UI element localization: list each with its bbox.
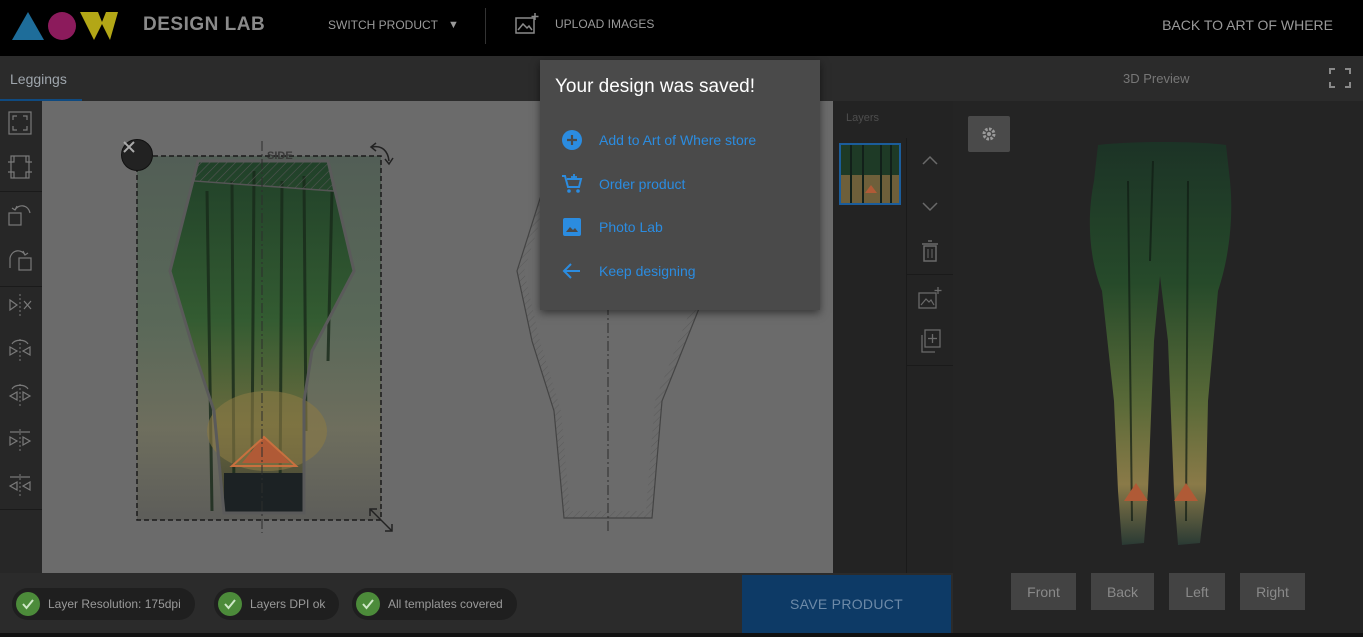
close-icon <box>123 141 135 153</box>
keep-designing-label: Keep designing <box>599 263 696 279</box>
flip-horizontal-icon[interactable] <box>6 291 34 319</box>
photo-lab-label: Photo Lab <box>599 219 663 235</box>
templates-status: All templates covered <box>352 588 517 620</box>
side-label: SIDE <box>267 150 293 162</box>
tab-leggings[interactable]: Leggings <box>0 56 82 101</box>
upload-images-button[interactable]: UPLOAD IMAGES <box>515 13 654 35</box>
rotate-right-icon[interactable] <box>6 246 34 274</box>
divider <box>0 286 42 287</box>
preview-settings-button[interactable] <box>968 116 1010 152</box>
resolution-text: Layer Resolution: 175dpi <box>48 597 181 611</box>
layer-image <box>841 145 899 203</box>
add-to-store-label: Add to Art of Where store <box>599 132 757 148</box>
templates-text: All templates covered <box>388 597 503 611</box>
fullscreen-icon[interactable] <box>1329 68 1351 88</box>
view-front-button[interactable]: Front <box>1011 573 1076 610</box>
upload-images-label: UPLOAD IMAGES <box>555 17 655 31</box>
image-icon <box>560 215 584 239</box>
view-left-button[interactable]: Left <box>1169 573 1225 610</box>
gear-icon <box>982 127 996 141</box>
divider <box>485 8 486 44</box>
divider <box>907 365 954 366</box>
arrow-back-icon <box>560 259 584 283</box>
align-right-icon[interactable] <box>6 426 34 454</box>
divider <box>0 509 42 510</box>
check-icon <box>218 592 242 616</box>
duplicate-layer-icon[interactable] <box>917 328 943 354</box>
keep-designing-item[interactable]: Keep designing <box>560 259 696 283</box>
mirror-horizontal-icon[interactable] <box>6 336 34 364</box>
view-back-button[interactable]: Back <box>1091 573 1154 610</box>
add-image-icon[interactable] <box>917 285 943 311</box>
layer-thumbnail[interactable] <box>839 143 901 205</box>
trash-icon[interactable] <box>917 238 943 264</box>
add-circle-icon <box>560 128 584 152</box>
tool-strip <box>0 101 42 573</box>
check-icon <box>16 592 40 616</box>
app-title: DESIGN LAB <box>143 14 266 35</box>
art-of-where-logo[interactable] <box>10 8 122 46</box>
cart-icon <box>560 172 584 196</box>
leggings-3d-model <box>1089 142 1232 545</box>
layers-panel: Layers <box>833 101 954 573</box>
design-saved-popup: Your design was saved! Add to Art of Whe… <box>540 60 820 310</box>
layer-up-icon[interactable] <box>917 148 943 174</box>
switch-product-button[interactable]: SWITCH PRODUCT ▼ <box>328 18 459 32</box>
back-to-store-link[interactable]: BACK TO ART OF WHERE <box>1162 17 1333 33</box>
layer-actions <box>906 138 954 573</box>
fill-template-icon[interactable] <box>6 153 34 181</box>
check-icon <box>356 592 380 616</box>
dpi-text: Layers DPI ok <box>250 597 326 611</box>
3d-preview-panel: Front Back Left Right <box>953 101 1363 633</box>
layer-down-icon[interactable] <box>917 193 943 219</box>
fit-to-template-icon[interactable] <box>6 109 34 137</box>
top-bar: DESIGN LAB SWITCH PRODUCT ▼ UPLOAD IMAGE… <box>0 0 1363 56</box>
align-left-icon[interactable] <box>6 471 34 499</box>
status-bar: Layer Resolution: 175dpi Layers DPI ok A… <box>0 573 742 633</box>
popup-title: Your design was saved! <box>555 76 755 97</box>
view-right-button[interactable]: Right <box>1240 573 1305 610</box>
photo-lab-item[interactable]: Photo Lab <box>560 215 663 239</box>
order-product-label: Order product <box>599 176 686 192</box>
bottom-strip <box>0 633 1363 637</box>
order-product-item[interactable]: Order product <box>560 172 685 196</box>
remove-layer-button[interactable] <box>121 139 153 171</box>
layers-title: Layers <box>846 112 880 124</box>
rotate-left-icon[interactable] <box>6 201 34 229</box>
preview-title: 3D Preview <box>1123 71 1190 86</box>
save-product-button[interactable]: SAVE PRODUCT <box>742 575 951 633</box>
mirror-reverse-icon[interactable] <box>6 381 34 409</box>
divider <box>0 191 42 192</box>
add-to-store-item[interactable]: Add to Art of Where store <box>560 128 756 152</box>
resolution-status: Layer Resolution: 175dpi <box>12 588 195 620</box>
caret-down-icon: ▼ <box>448 19 459 31</box>
divider <box>907 274 954 275</box>
dpi-status: Layers DPI ok <box>214 588 340 620</box>
add-image-icon <box>515 13 539 34</box>
switch-product-label: SWITCH PRODUCT <box>328 18 438 32</box>
